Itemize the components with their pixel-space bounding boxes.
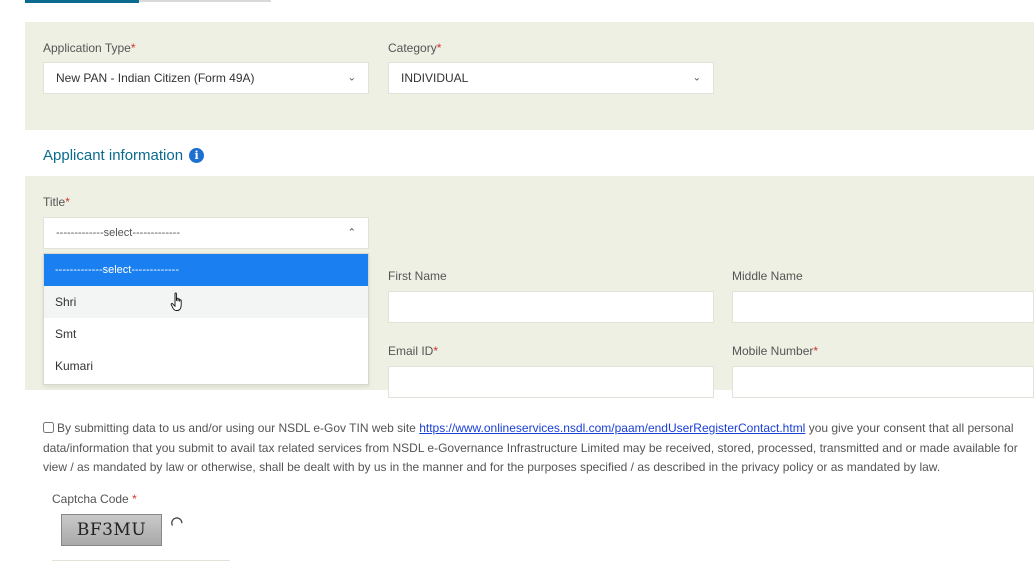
chevron-up-icon: ⌃	[347, 227, 356, 239]
applicant-section-title-text: Applicant information	[43, 147, 184, 164]
captcha-image: BF3MU	[61, 514, 162, 546]
required-marker: *	[436, 41, 442, 55]
title-select-value: -------------select-------------	[56, 227, 180, 239]
captcha-label: Captcha Code *	[52, 492, 137, 506]
title-label: Title*	[43, 195, 70, 209]
captcha-label-text: Captcha Code	[52, 492, 129, 506]
category-label-text: Category	[388, 41, 437, 55]
application-type-label: Application Type*	[43, 41, 136, 55]
title-option-shri[interactable]: Shri	[44, 286, 368, 318]
title-option-label: Shri	[55, 295, 77, 309]
title-label-text: Title	[43, 195, 66, 209]
required-marker: *	[433, 344, 439, 358]
middle-name-input[interactable]	[732, 291, 1034, 323]
required-marker: *	[813, 344, 819, 358]
middle-name-label: Middle Name	[732, 269, 803, 283]
application-type-value: New PAN - Indian Citizen (Form 49A)	[56, 71, 255, 85]
application-type-label-text: Application Type	[43, 41, 131, 55]
title-option-label: Kumari	[55, 359, 94, 373]
category-select[interactable]: INDIVIDUAL ⌄	[388, 62, 714, 94]
first-name-input[interactable]	[388, 291, 714, 323]
captcha-input[interactable]	[52, 560, 230, 564]
consent-text: By submitting data to us and/or using ou…	[43, 419, 1034, 478]
category-label: Category*	[388, 41, 441, 55]
consent-checkbox[interactable]	[43, 422, 54, 433]
email-label: Email ID*	[388, 344, 438, 358]
chevron-down-icon: ⌄	[347, 72, 356, 84]
title-option-kumari[interactable]: Kumari	[44, 350, 368, 382]
tab-strip	[25, 0, 1034, 3]
pan-application-page: Application Type* New PAN - Indian Citiz…	[0, 0, 1034, 564]
info-icon[interactable]: i	[189, 148, 205, 163]
title-option-label: Smt	[55, 327, 77, 341]
title-option-smt[interactable]: Smt	[44, 318, 368, 350]
application-type-select[interactable]: New PAN - Indian Citizen (Form 49A) ⌄	[43, 62, 369, 94]
title-option-select[interactable]: -------------select-------------	[44, 254, 368, 286]
email-input[interactable]	[388, 366, 714, 398]
title-select[interactable]: -------------select------------- ⌃	[43, 217, 369, 249]
title-option-label: -------------select-------------	[55, 264, 179, 276]
title-dropdown-list: -------------select------------- Shri Sm…	[43, 253, 369, 385]
category-value: INDIVIDUAL	[401, 71, 469, 85]
tab-active-indicator[interactable]	[25, 0, 139, 3]
required-marker: *	[130, 41, 136, 55]
hand-cursor-icon	[170, 292, 182, 311]
required-marker: *	[132, 492, 137, 506]
required-marker: *	[65, 195, 70, 209]
refresh-icon[interactable]	[170, 516, 184, 530]
mobile-label: Mobile Number*	[732, 344, 818, 358]
captcha-code: BF3MU	[76, 520, 147, 540]
tab-inactive-indicator[interactable]	[139, 0, 271, 2]
chevron-down-icon: ⌄	[692, 72, 701, 84]
consent-link[interactable]: https://www.onlineservices.nsdl.com/paam…	[419, 421, 805, 435]
mobile-input[interactable]	[732, 366, 1034, 398]
first-name-label: First Name	[388, 269, 447, 283]
mobile-label-text: Mobile Number	[732, 344, 814, 358]
consent-text-before: By submitting data to us and/or using ou…	[57, 421, 420, 435]
email-label-text: Email ID	[388, 344, 434, 358]
applicant-section-title: Applicant information i	[43, 147, 205, 164]
